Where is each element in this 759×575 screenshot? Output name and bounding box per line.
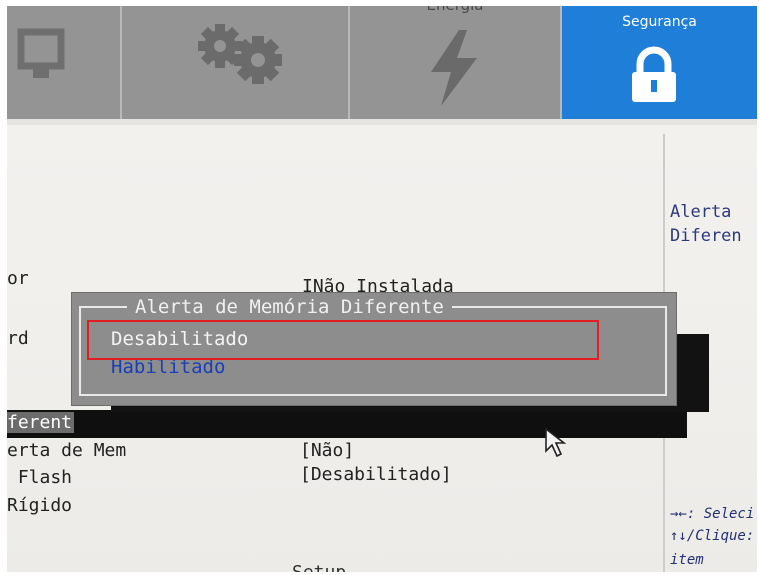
- setting-value-memory-alert[interactable]: [Não]: [300, 440, 354, 461]
- bios-screen: Energia Segurança Alerta Diferen →←: Sel…: [7, 6, 757, 572]
- setting-label-hard-disk[interactable]: Rígido: [7, 495, 72, 516]
- setting-label-flash[interactable]: Flash: [7, 467, 72, 488]
- lightning-icon: [431, 30, 477, 106]
- selected-row-bar: [7, 410, 687, 438]
- bottom-setup-text: Setup: [292, 562, 346, 572]
- setting-value-flash[interactable]: [Desabilitado]: [300, 464, 452, 485]
- mouse-cursor-icon: [545, 427, 567, 458]
- annotation-highlight-box: [87, 320, 599, 360]
- help-keys-line1: →←: Seleci: [670, 506, 755, 522]
- gears-icon: [198, 24, 282, 84]
- tab-energy-label: Energia: [350, 6, 560, 14]
- help-keys-line3: item: [670, 552, 704, 568]
- tab-advanced[interactable]: [122, 6, 350, 119]
- setting-label-memory: or: [7, 268, 29, 289]
- tab-energy[interactable]: Energia: [350, 6, 562, 119]
- setting-label-selected[interactable]: ferent: [7, 412, 75, 433]
- lock-icon: [632, 46, 676, 102]
- setting-label-memory-alert[interactable]: erta de Mem: [7, 440, 126, 461]
- help-title-line1: Alerta: [670, 202, 732, 222]
- dialog-title: Alerta de Memória Diferente: [127, 296, 452, 318]
- tab-bar: Energia Segurança: [7, 6, 757, 119]
- tab-security-label: Segurança: [622, 14, 697, 30]
- tab-separator: [7, 119, 757, 125]
- tab-security[interactable]: Segurança: [562, 6, 757, 119]
- help-title-line2: Diferen: [670, 226, 742, 246]
- tab-main[interactable]: [7, 6, 122, 119]
- monitor-icon: [17, 28, 65, 78]
- setting-label-card: rd: [7, 328, 29, 349]
- help-keys-line2: ↑↓/Clique:: [670, 528, 755, 544]
